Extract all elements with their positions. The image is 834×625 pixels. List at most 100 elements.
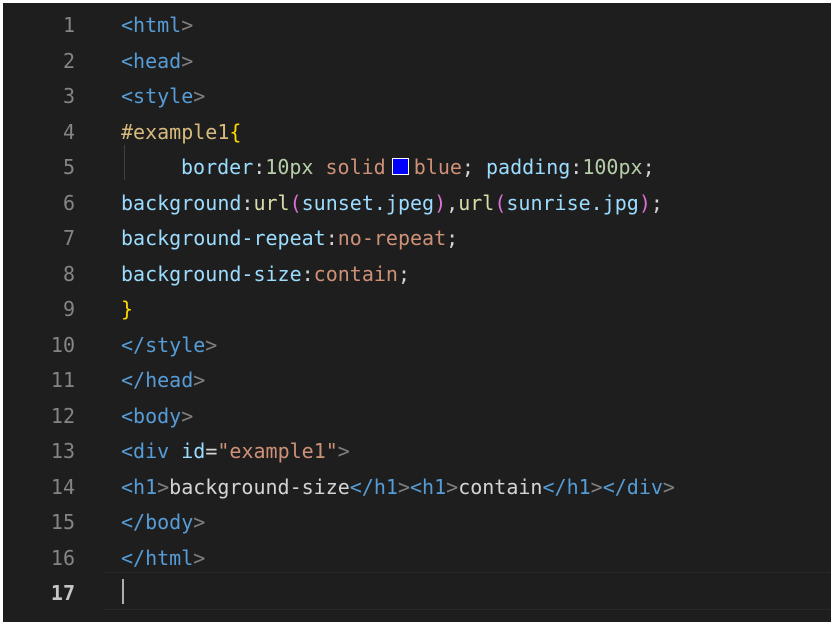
line-number: 3 bbox=[62, 84, 75, 108]
code-text: border:10px solid blue; padding:100px; bbox=[181, 150, 655, 186]
code-text: </html> bbox=[121, 541, 205, 577]
code-token: <div bbox=[121, 439, 170, 463]
code-token: padding bbox=[486, 155, 571, 179]
line-number: 8 bbox=[62, 261, 75, 286]
color-swatch-icon[interactable] bbox=[391, 158, 409, 175]
line-number: 4 bbox=[62, 119, 75, 144]
code-token: > bbox=[193, 368, 206, 392]
code-token: ( bbox=[494, 190, 507, 215]
code-text: </body> bbox=[121, 505, 205, 541]
line-number: 11 bbox=[50, 368, 75, 392]
code-token: ; bbox=[461, 155, 486, 179]
code-token: : bbox=[325, 226, 338, 250]
code-text: </head> bbox=[121, 363, 205, 399]
code-line[interactable]: 3 <style> bbox=[3, 79, 831, 115]
code-line[interactable]: 8 background-size:contain; bbox=[3, 257, 831, 293]
code-token: <h1 bbox=[121, 474, 158, 499]
code-text: #example1{ bbox=[121, 115, 241, 151]
code-text: <div id="example1"> bbox=[121, 434, 350, 470]
code-token: border bbox=[181, 155, 254, 179]
code-token: 100px bbox=[582, 155, 643, 179]
code-token: <h1 bbox=[410, 474, 447, 499]
code-token: </h1 bbox=[349, 474, 398, 499]
code-line[interactable]: 5 border:10px solid blue; padding:100px; bbox=[3, 150, 831, 186]
code-token: > bbox=[193, 510, 206, 534]
code-line[interactable]: 11 </head> bbox=[3, 363, 831, 399]
code-token: > bbox=[337, 439, 350, 463]
code-token: > bbox=[446, 474, 459, 499]
code-token: contain bbox=[458, 474, 543, 499]
code-token: </head bbox=[121, 368, 194, 392]
code-token: sunrise.jpg bbox=[506, 190, 639, 215]
code-line[interactable]: 6 background:url(sunset.jpeg),url(sunrise… bbox=[3, 186, 831, 222]
line-number: 16 bbox=[50, 545, 75, 570]
code-line[interactable]: 15 </body> bbox=[3, 505, 831, 541]
code-token: > bbox=[181, 48, 194, 73]
code-line[interactable]: 13 <div id="example1"> bbox=[3, 434, 831, 470]
line-number: 2 bbox=[62, 48, 75, 73]
code-token: </body bbox=[121, 510, 194, 534]
code-token: <body bbox=[121, 403, 182, 428]
code-token: background bbox=[121, 190, 242, 215]
code-editor[interactable]: 1 <html> 2 <head> 3 <style> 4 #example1{5 border… bbox=[3, 3, 831, 622]
code-token: <html bbox=[121, 13, 182, 37]
code-token: > bbox=[181, 13, 194, 37]
code-line[interactable]: 1 <html> bbox=[3, 8, 831, 44]
code-line[interactable]: 7 background-repeat:no-repeat; bbox=[3, 221, 831, 257]
code-token: </html bbox=[121, 545, 194, 570]
code-token: > bbox=[181, 403, 194, 428]
code-token: "example1" bbox=[217, 439, 338, 463]
code-token: url bbox=[253, 190, 290, 215]
line-number: 14 bbox=[50, 474, 75, 499]
code-line[interactable]: 4 #example1{ bbox=[3, 115, 831, 151]
text-cursor bbox=[122, 579, 124, 604]
code-token: contain bbox=[313, 261, 398, 286]
line-number: 15 bbox=[50, 510, 75, 534]
code-token: , bbox=[446, 190, 459, 215]
code-token: > bbox=[193, 84, 206, 108]
code-token: </div bbox=[602, 474, 663, 499]
code-token: ; bbox=[642, 155, 655, 179]
code-token: background-repeat bbox=[121, 226, 326, 250]
code-token: </style bbox=[121, 332, 206, 357]
code-line[interactable]: 2 <head> bbox=[3, 44, 831, 80]
line-number: 1 bbox=[62, 13, 75, 37]
line-number: 10 bbox=[50, 332, 75, 357]
code-token: sunset.jpeg bbox=[301, 190, 435, 215]
code-token: solid bbox=[325, 155, 386, 179]
code-text: <style> bbox=[121, 79, 205, 115]
code-line[interactable]: 14 <h1>background-size</h1><h1>contain</h… bbox=[3, 470, 831, 506]
line-number: 17 bbox=[50, 581, 75, 605]
code-line[interactable]: 10 </style> bbox=[3, 328, 831, 364]
code-token: > bbox=[397, 474, 411, 499]
code-token: no-repeat bbox=[337, 226, 447, 250]
code-token: <head bbox=[121, 48, 182, 73]
code-text: <html> bbox=[121, 8, 193, 44]
code-text: <body> bbox=[121, 399, 193, 435]
code-line[interactable]: 16 </html> bbox=[3, 541, 831, 577]
code-line[interactable]: 17 bbox=[3, 576, 831, 612]
code-token: url bbox=[458, 190, 495, 215]
code-token: : bbox=[241, 190, 254, 215]
code-token: ; bbox=[446, 226, 459, 250]
code-token: background-size bbox=[121, 261, 302, 286]
code-token: ( bbox=[289, 190, 302, 215]
code-token: ; bbox=[397, 261, 411, 286]
code-token: blue bbox=[413, 155, 462, 179]
code-token: ; bbox=[650, 190, 663, 215]
code-token: ) bbox=[434, 190, 447, 215]
code-token: > bbox=[205, 332, 218, 357]
code-token: #example1 bbox=[121, 119, 230, 144]
code-token: </h1 bbox=[542, 474, 591, 499]
code-token: background-size bbox=[169, 474, 350, 499]
code-token: ) bbox=[638, 190, 651, 215]
code-text: } bbox=[121, 292, 133, 328]
code-token: > bbox=[157, 474, 170, 499]
code-line[interactable]: 9} bbox=[3, 292, 831, 328]
line-number: 5 bbox=[62, 155, 75, 179]
code-line[interactable]: 12 <body> bbox=[3, 399, 831, 435]
code-text: background-size:contain; bbox=[121, 257, 410, 293]
code-token: : bbox=[570, 155, 583, 179]
